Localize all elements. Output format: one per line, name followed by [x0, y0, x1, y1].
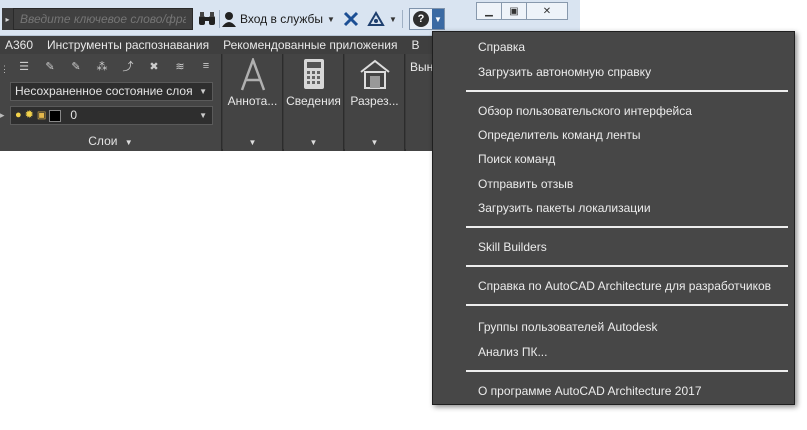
layer-tool-icon[interactable]: ✎	[42, 58, 58, 74]
help-icon: ?	[413, 11, 429, 27]
chevron-down-icon: ▼	[124, 138, 133, 147]
search-input[interactable]	[13, 8, 193, 30]
tab-featured-apps[interactable]: Рекомендованные приложения	[218, 38, 406, 52]
chevron-down-icon: ▼	[370, 138, 379, 147]
annotation-label: Аннота...	[227, 94, 278, 108]
exchange-x-icon[interactable]	[343, 10, 359, 28]
layers-panel: ⋮ ☰ ✎ ✎ ⁂ ⤴ ✖ ≋ ≡ Несохраненное состояни…	[0, 54, 222, 151]
menu-item-skill-builders[interactable]: Skill Builders	[478, 240, 547, 254]
layer-dropdown[interactable]: ● ✹ ▣ 0 ▼	[10, 106, 213, 125]
menu-item-ribbon-command-finder[interactable]: Определитель команд ленты	[478, 128, 641, 142]
layer-tool-icon[interactable]: ≋	[172, 58, 188, 74]
sun-icon: ✹	[24, 109, 34, 121]
chevron-down-icon: ▼	[389, 14, 397, 24]
menu-separator	[466, 304, 788, 306]
layer-tool-icon[interactable]: ⤴	[120, 58, 136, 74]
menu-item-help[interactable]: Справка	[478, 40, 525, 54]
user-icon	[222, 12, 236, 27]
layer-name: 0	[70, 108, 78, 122]
house-section-icon	[345, 58, 404, 90]
chevron-down-icon: ▼	[199, 111, 207, 120]
layer-tool-icon[interactable]: ✎	[68, 58, 84, 74]
help-button[interactable]: ? ▼	[409, 8, 445, 30]
menu-item-send-feedback[interactable]: Отправить отзыв	[478, 177, 573, 191]
separator	[219, 10, 220, 28]
layers-panel-title[interactable]: Слои ▼	[0, 134, 221, 148]
layer-tools: ☰ ✎ ✎ ⁂ ⤴ ✖ ≋ ≡	[16, 58, 214, 74]
menu-separator	[466, 90, 788, 92]
panel-handle-icon: ⋮	[0, 64, 9, 74]
ribbon-tabs: A360 Инструменты распознавания Рекомендо…	[0, 36, 445, 54]
layer-tool-icon[interactable]: ✖	[146, 58, 162, 74]
layer-state-dropdown[interactable]: Несохраненное состояние слоя ▼	[10, 82, 213, 101]
menu-separator	[466, 265, 788, 267]
annotation-tool[interactable]: Аннота... ▼	[223, 54, 283, 151]
chevron-down-icon: ▼	[309, 138, 318, 147]
section-tool[interactable]: Разрез... ▼	[345, 54, 405, 151]
properties-label: Сведения	[286, 94, 341, 108]
calculator-icon	[284, 58, 343, 90]
menu-item-pc-analysis[interactable]: Анализ ПК...	[478, 345, 547, 359]
chevron-down-icon: ▼	[327, 14, 335, 24]
menu-item-autodesk-user-groups[interactable]: Группы пользователей Autodesk	[478, 320, 658, 334]
menu-item-download-language-packs[interactable]: Загрузить пакеты локализации	[478, 201, 651, 215]
login-label: Вход в службы	[240, 12, 323, 26]
annotation-a-icon	[223, 58, 282, 92]
tab-a360[interactable]: A360	[0, 38, 42, 52]
chevron-down-icon[interactable]: ▼	[432, 9, 444, 29]
login-button[interactable]: Вход в службы ▼	[222, 10, 335, 28]
search-expand-icon[interactable]: ▸	[2, 8, 13, 30]
panel-handle-icon: ▸	[0, 110, 5, 120]
separator	[402, 10, 403, 28]
tab-more[interactable]: В	[406, 38, 428, 52]
properties-tool[interactable]: Сведения ▼	[284, 54, 344, 151]
menu-separator	[466, 226, 788, 228]
menu-item-ui-overview[interactable]: Обзор пользовательского интерфейса	[478, 104, 692, 118]
lock-icon: ▣	[36, 110, 47, 121]
chevron-down-icon: ▼	[248, 138, 257, 147]
menu-item-about[interactable]: О программе AutoCAD Architecture 2017	[478, 384, 702, 398]
autocad-window: ▸ Вход в службы ▼ ▼ ? ▼ ▁ ▣ ✕ A360 Инс	[0, 0, 807, 430]
menu-separator	[466, 370, 788, 372]
a360-triangle-icon[interactable]: ▼	[367, 10, 397, 28]
ribbon-panel: ⋮ ☰ ✎ ✎ ⁂ ⤴ ✖ ≋ ≡ Несохраненное состояни…	[0, 54, 445, 151]
restore-button[interactable]: ▣	[501, 2, 527, 20]
menu-item-download-offline-help[interactable]: Загрузить автономную справку	[478, 65, 651, 79]
layer-state-value: Несохраненное состояние слоя	[15, 84, 193, 98]
section-label: Разрез...	[350, 94, 399, 108]
layer-tool-icon[interactable]: ☰	[16, 58, 32, 74]
layers-panel-label: Слои	[88, 134, 118, 148]
bulb-icon: ●	[15, 109, 22, 121]
layer-tool-icon[interactable]: ⁂	[94, 58, 110, 74]
search-box: ▸	[2, 8, 193, 30]
menu-item-command-search[interactable]: Поиск команд	[478, 152, 555, 166]
menu-item-developer-help[interactable]: Справка по AutoCAD Architecture для разр…	[478, 279, 771, 293]
color-swatch	[49, 109, 62, 122]
layer-tool-icon[interactable]: ≡	[198, 58, 214, 74]
chevron-down-icon: ▼	[199, 87, 207, 96]
help-menu: Справка Загрузить автономную справку Обз…	[432, 31, 795, 405]
close-button[interactable]: ✕	[526, 2, 568, 20]
tab-recognition-tools[interactable]: Инструменты распознавания	[42, 38, 218, 52]
minimize-button[interactable]: ▁	[476, 2, 502, 20]
binoculars-icon[interactable]	[198, 10, 216, 28]
